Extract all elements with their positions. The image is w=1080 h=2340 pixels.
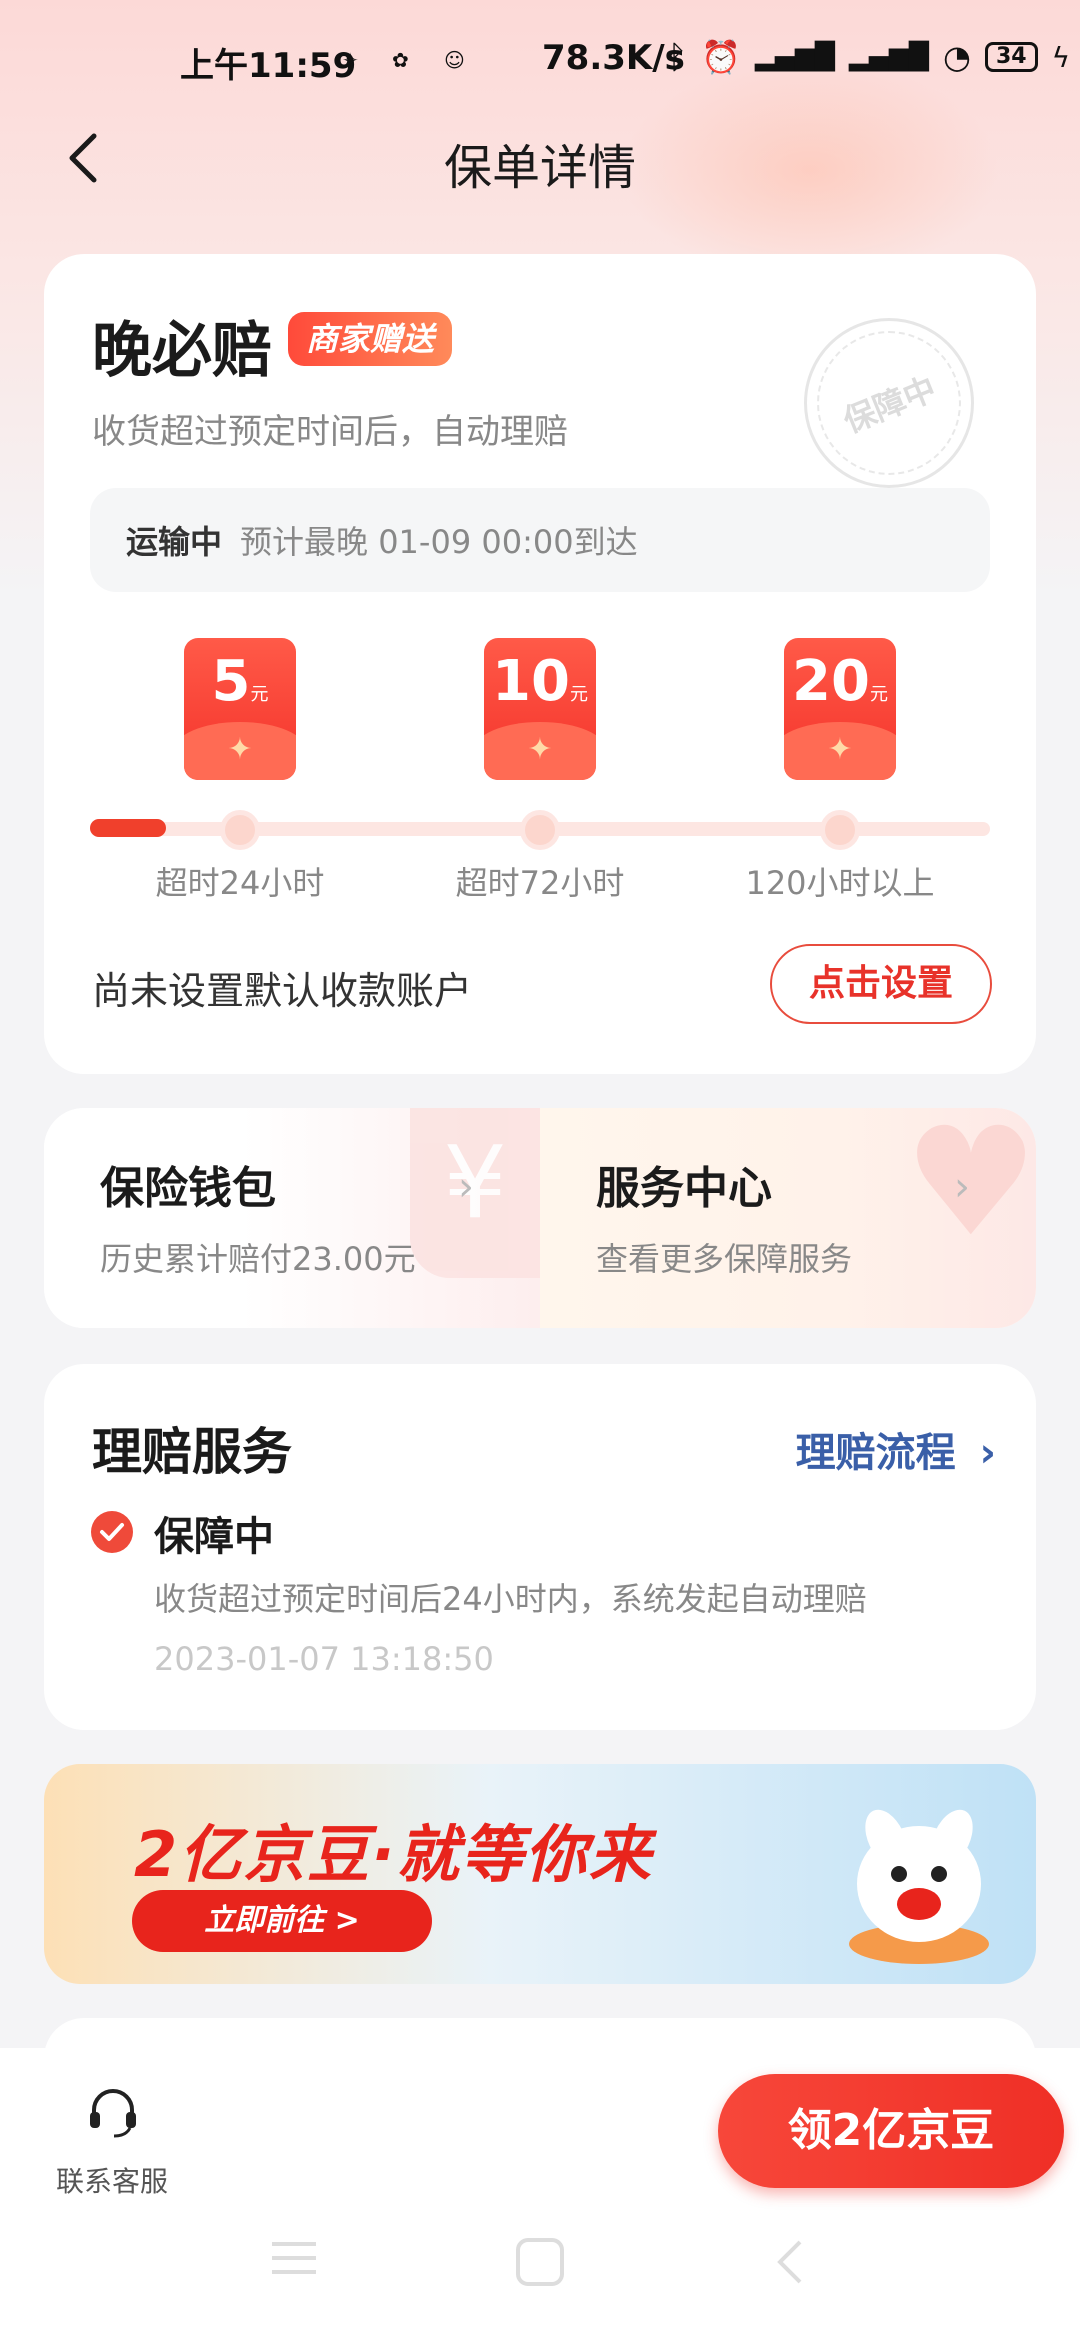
bottom-action-bar: 联系客服 领2亿京豆 <box>0 2048 1080 2340</box>
account-notice: 尚未设置默认收款账户 <box>92 969 473 1013</box>
claims-process-link[interactable]: 理赔流程 › <box>796 1420 996 1478</box>
service-center-entry[interactable]: ♥ 服务中心 查看更多保障服务 › <box>540 1108 1036 1328</box>
page-title: 保单详情 <box>443 140 636 196</box>
transit-info: 运输中 预计最晚 01-09 00:00到达 <box>90 488 990 592</box>
reward-envelope: 10元 ✦ <box>484 638 596 780</box>
reward-envelope: 20元 ✦ <box>784 638 896 780</box>
reward-unit: 元 <box>569 684 588 705</box>
chevron-right-icon: › <box>458 1164 474 1210</box>
yen-icon: ¥ <box>410 1108 540 1278</box>
progress-node <box>820 810 860 850</box>
system-nav-bar <box>0 2216 1080 2296</box>
status-time: 上午11:59 <box>180 46 357 86</box>
sparkle-icon: ✦ <box>827 732 853 767</box>
sparkle-icon: ✦ <box>527 732 553 767</box>
progress-node <box>220 810 260 850</box>
mascot-dog-icon <box>849 1809 989 1964</box>
transit-eta: 预计最晚 01-09 00:00到达 <box>240 523 638 561</box>
policy-card: 晚必赔 商家赠送 收货超过预定时间后，自动理赔 保障中 运输中 预计最晚 01-… <box>44 254 1036 1074</box>
alarm-icon: ⏰ <box>701 38 742 76</box>
reward-amount: 10 <box>492 649 570 714</box>
shortcut-card: ¥ 保险钱包 历史累计赔付23.00元 › ♥ 服务中心 查看更多保障服务 › <box>44 1108 1036 1328</box>
network-speed: 78.3K/s <box>542 38 685 78</box>
claim-status: 保障中 <box>154 1514 274 1560</box>
claims-process-label: 理赔流程 <box>795 1430 956 1476</box>
reward-unit: 元 <box>869 684 888 705</box>
stamp-text: 保障中 <box>838 369 942 441</box>
check-circle-icon <box>91 1511 133 1553</box>
claim-status-description: 收货超过预定时间后24小时内，系统发起自动理赔 <box>154 1580 867 1618</box>
headset-icon[interactable] <box>84 2084 142 2142</box>
charging-icon: ϟ <box>1051 40 1071 74</box>
service-title: 服务中心 <box>596 1163 772 1214</box>
wifi-icon: ◔ <box>943 38 971 76</box>
customer-service-label[interactable]: 联系客服 <box>56 2160 168 2200</box>
banner-headline: 2亿京豆·就等你来 <box>134 1818 653 1891</box>
battery-icon: 34 <box>984 42 1038 72</box>
signal-icon: ▂▄▆█ <box>755 42 836 72</box>
gift-badge: 商家赠送 <box>288 312 453 366</box>
policy-name: 晚必赔 <box>92 316 272 386</box>
progress-fill <box>90 819 166 837</box>
claim-beans-button[interactable]: 领2亿京豆 <box>718 2074 1064 2188</box>
claims-card: 理赔服务 理赔流程 › 保障中 收货超过预定时间后24小时内，系统发起自动理赔 … <box>44 1364 1036 1730</box>
app-notification-icon: ✿ <box>392 48 409 72</box>
notification-icon: ✧ <box>342 48 359 72</box>
insurance-wallet-entry[interactable]: ¥ 保险钱包 历史累计赔付23.00元 › <box>44 1108 540 1328</box>
home-icon[interactable] <box>514 2236 566 2288</box>
status-icons: ᛒ ⏰ ▂▄▆█ ▂▄▆█ ◔ 34 ϟ <box>668 38 1070 76</box>
signal-icon: ▂▄▆█ <box>849 42 930 72</box>
chevron-right-icon: › <box>954 1164 970 1210</box>
reward-envelope: 5元 ✦ <box>184 638 296 780</box>
status-bar: 上午11:59 ✧ ✿ ☺ 78.3K/s ᛒ ⏰ ▂▄▆█ ▂▄▆█ ◔ 34… <box>0 0 1080 120</box>
progress-node <box>520 810 560 850</box>
service-subtitle: 查看更多保障服务 <box>596 1240 853 1278</box>
bluetooth-icon: ᛒ <box>668 38 688 76</box>
reward-amount: 20 <box>792 649 870 714</box>
transit-status: 运输中 <box>126 523 223 561</box>
wallet-title: 保险钱包 <box>100 1163 276 1214</box>
claim-status-time: 2023-01-07 13:18:50 <box>154 1640 494 1678</box>
promo-banner[interactable]: 2亿京豆·就等你来 立即前往 > <box>44 1764 1036 1984</box>
policy-description: 收货超过预定时间后，自动理赔 <box>92 412 568 452</box>
wallet-subtitle: 历史累计赔付23.00元 <box>100 1240 416 1278</box>
app-notification-icon: ☺ <box>444 48 465 72</box>
set-account-button[interactable]: 点击设置 <box>770 944 992 1024</box>
sparkle-icon: ✦ <box>227 732 253 767</box>
menu-icon[interactable] <box>268 2236 320 2280</box>
back-nav-icon[interactable] <box>770 2236 810 2288</box>
chevron-right-icon: › <box>979 1430 996 1476</box>
tier-label: 超时72小时 <box>455 864 625 902</box>
claims-title: 理赔服务 <box>92 1423 292 1481</box>
reward-unit: 元 <box>250 684 269 705</box>
banner-go-button[interactable]: 立即前往 > <box>132 1890 432 1952</box>
tier-label: 120小时以上 <box>745 864 935 902</box>
reward-amount: 5 <box>211 649 251 714</box>
tier-label: 超时24小时 <box>155 864 325 902</box>
coverage-stamp: 保障中 <box>804 318 974 488</box>
